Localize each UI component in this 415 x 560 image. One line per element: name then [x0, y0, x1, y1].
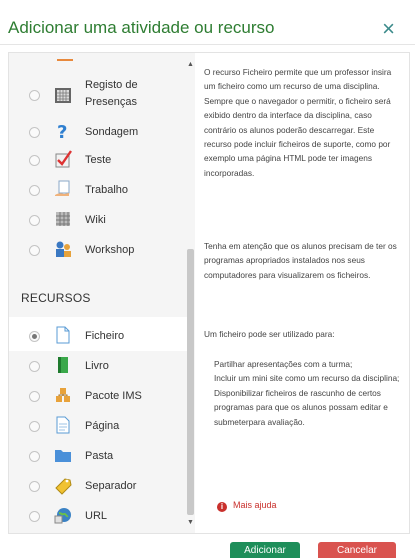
radio-workshop[interactable] [29, 245, 40, 256]
radio-attendance-register[interactable] [29, 90, 40, 101]
file-icon [53, 325, 73, 345]
help-paragraph-uses-intro: Um ficheiro pode ser utilizado para: [204, 329, 335, 339]
workshop-people-icon [53, 239, 73, 259]
option-label: Separador [85, 480, 137, 492]
ims-package-icon [53, 385, 73, 405]
radio-url[interactable] [29, 511, 40, 522]
option-workshop[interactable]: Workshop [9, 235, 187, 265]
radio-folder[interactable] [29, 451, 40, 462]
dialog-footer: Adicionar Cancelar [0, 538, 415, 558]
option-label: Registo de Presenças [85, 79, 138, 108]
help-pane: O recurso Ficheiro permite que um profes… [195, 53, 409, 533]
option-label: Teste [85, 154, 112, 166]
radio-survey[interactable] [29, 127, 40, 138]
radio-page[interactable] [29, 421, 40, 432]
radio-book[interactable] [29, 361, 40, 372]
option-attendance-register[interactable]: Registo de Presenças [9, 75, 187, 115]
help-paragraph-requirements: Tenha em atenção que os alunos precisam … [204, 241, 397, 280]
option-folder[interactable]: Pasta [9, 441, 187, 471]
option-page[interactable]: Página [9, 411, 187, 441]
svg-text:?: ? [57, 122, 67, 141]
checklist-icon [53, 149, 73, 169]
help-uses-item: Disponibilizar ficheiros de rascunho de … [214, 387, 388, 427]
dialog-title: Adicionar uma atividade ou recurso [8, 18, 275, 37]
option-label: Workshop [85, 244, 135, 256]
info-icon: i [217, 502, 227, 512]
scroll-thumb[interactable] [187, 249, 194, 515]
question-mark-icon: ? [53, 121, 73, 143]
option-assignment[interactable]: Trabalho [9, 175, 187, 205]
option-ims-package[interactable]: Pacote IMS [9, 381, 187, 411]
help-paragraph-description: O recurso Ficheiro permite que um profes… [204, 67, 392, 178]
close-button[interactable]: × [382, 18, 395, 40]
url-globe-icon [53, 505, 73, 525]
folder-icon [53, 445, 73, 465]
option-label: Trabalho [85, 184, 129, 196]
option-wiki[interactable]: Wiki [9, 205, 187, 235]
option-survey[interactable]: ? Sondagem [9, 117, 187, 147]
radio-assignment[interactable] [29, 185, 40, 196]
radio-ims-package[interactable] [29, 391, 40, 402]
attendance-register-icon [53, 85, 73, 105]
hand-document-icon [53, 179, 73, 199]
scroll-up-arrow-icon[interactable]: ▲ [187, 61, 194, 68]
dialog-header: Adicionar uma atividade ou recurso × [0, 0, 415, 45]
more-help-label[interactable]: Mais ajuda [233, 500, 277, 510]
option-label: Livro [85, 360, 109, 372]
option-quiz[interactable]: Teste [9, 145, 187, 175]
option-file[interactable]: Ficheiro [9, 321, 187, 351]
label-tag-icon [53, 475, 73, 495]
option-label: Pasta [85, 450, 114, 462]
option-label: Página [85, 420, 120, 432]
book-icon [53, 355, 73, 375]
options-scrollbar[interactable]: ▲ ▼ [187, 53, 195, 533]
option-label-resource[interactable]: Separador [9, 471, 187, 501]
radio-label-resource[interactable] [29, 481, 40, 492]
dialog-body: Registo de Presenças ? Sondagem Teste Tr… [8, 52, 410, 534]
radio-wiki[interactable] [29, 215, 40, 226]
options-list: Registo de Presenças ? Sondagem Teste Tr… [9, 53, 195, 533]
scroll-down-arrow-icon[interactable]: ▼ [187, 519, 194, 526]
partial-icon-edge [57, 59, 73, 61]
section-heading-resources: RECURSOS [21, 291, 91, 305]
radio-quiz[interactable] [29, 155, 40, 166]
option-book[interactable]: Livro [9, 351, 187, 381]
option-label: Wiki [85, 214, 106, 226]
option-label: Pacote IMS [85, 390, 142, 402]
radio-file[interactable] [29, 331, 40, 342]
option-label: URL [85, 510, 108, 522]
add-button[interactable]: Adicionar [230, 542, 300, 558]
help-uses-item: Incluir um mini site como um recurso da … [214, 373, 400, 384]
help-uses-list: Partilhar apresentações com a turma; Inc… [214, 357, 404, 429]
option-label: Sondagem [85, 126, 139, 138]
help-uses-item: Partilhar apresentações com a turma; [214, 359, 353, 369]
more-help-link[interactable]: i Mais ajuda [217, 498, 277, 512]
wiki-icon [53, 209, 73, 229]
option-label: Ficheiro [85, 330, 125, 342]
cancel-button[interactable]: Cancelar [318, 542, 396, 558]
option-url[interactable]: URL [9, 501, 187, 531]
page-icon [53, 415, 73, 435]
